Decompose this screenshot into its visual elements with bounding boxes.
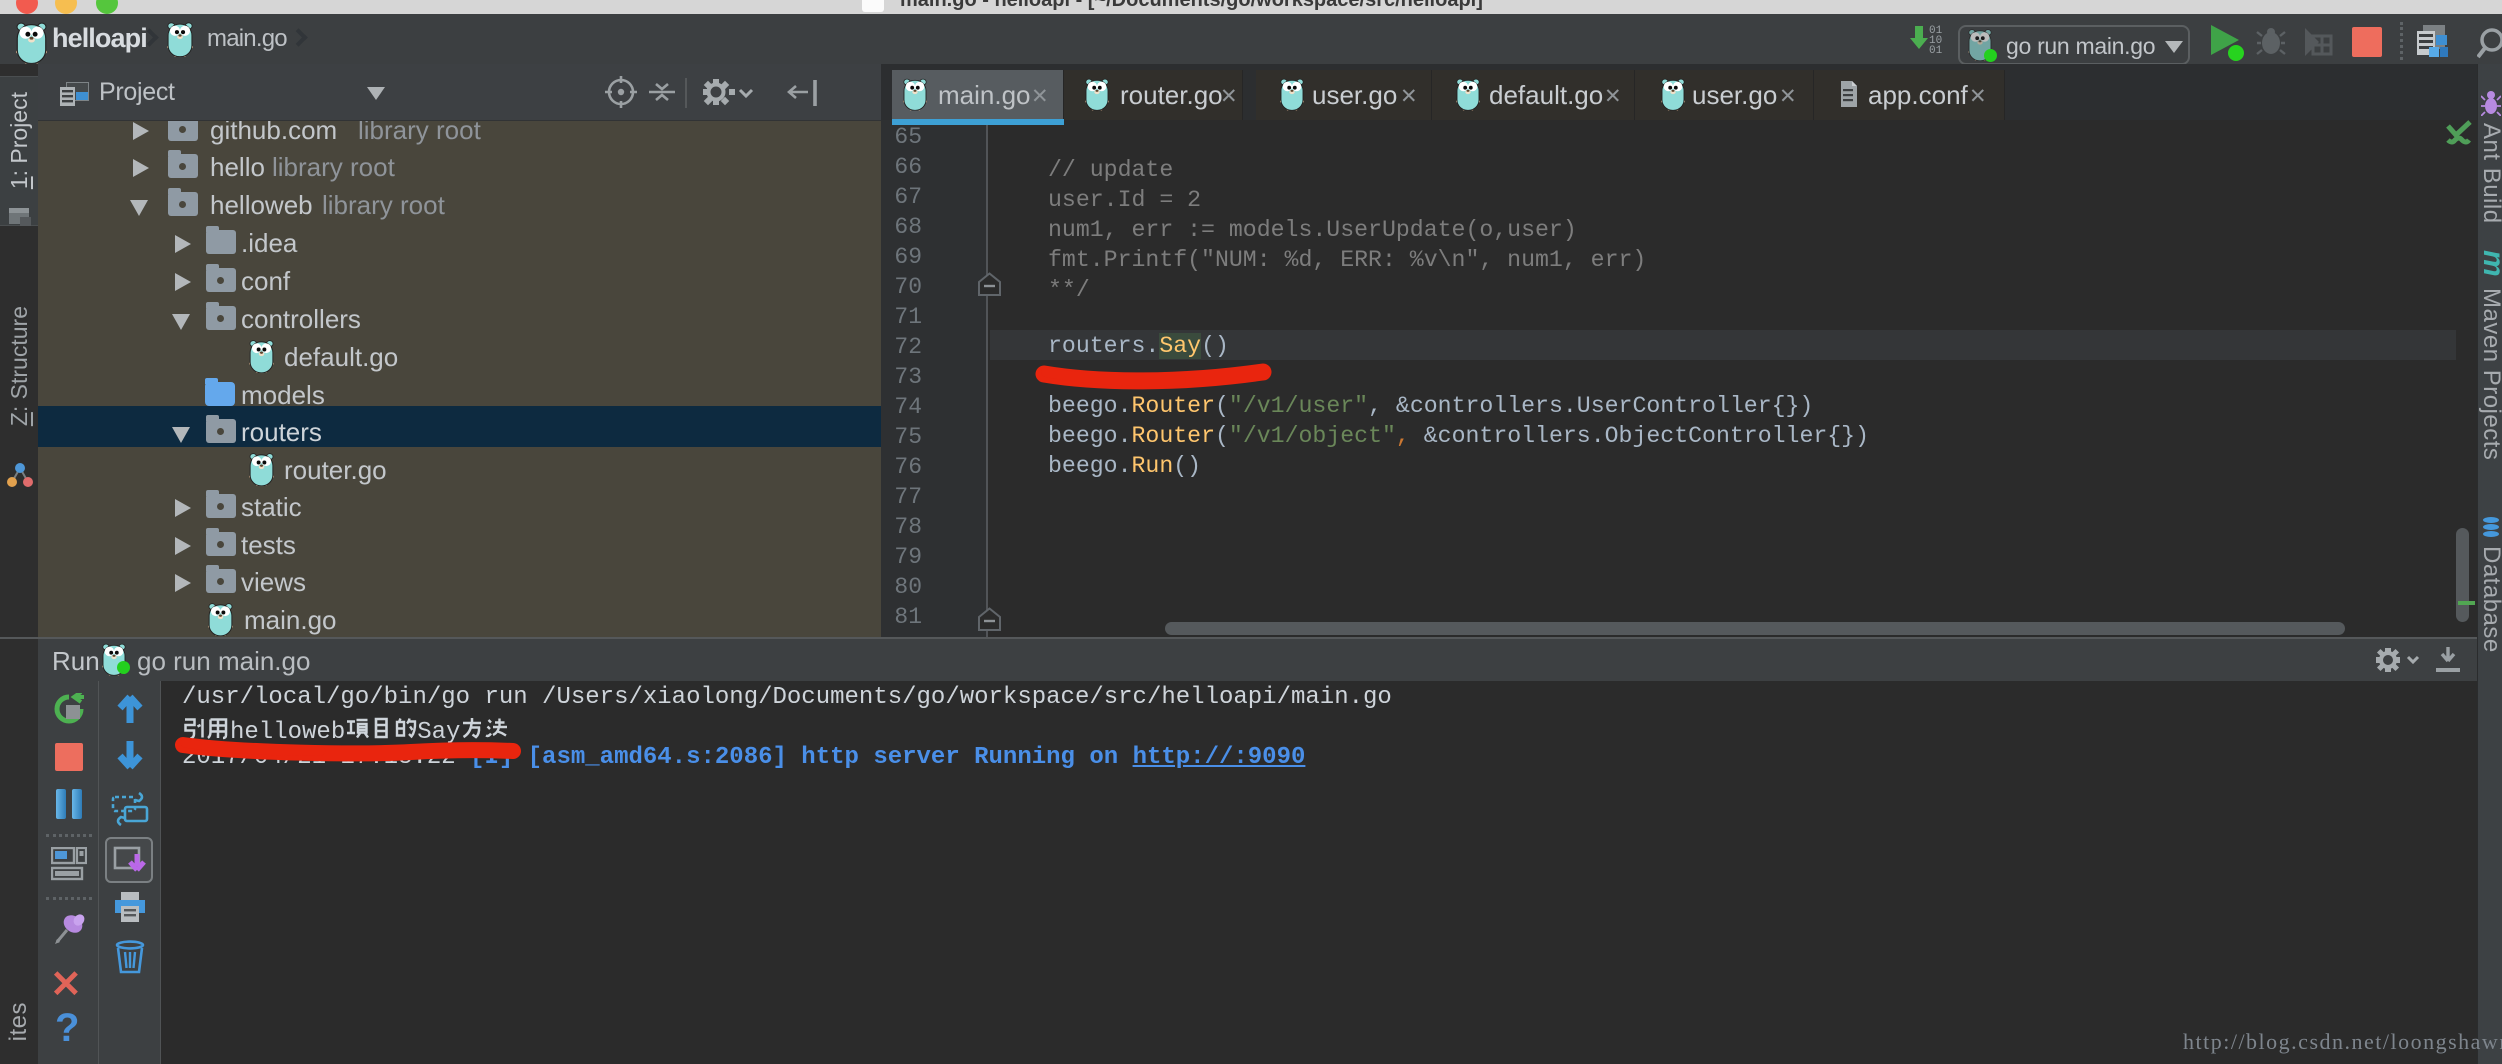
svg-text:01: 01 (1929, 45, 1943, 54)
